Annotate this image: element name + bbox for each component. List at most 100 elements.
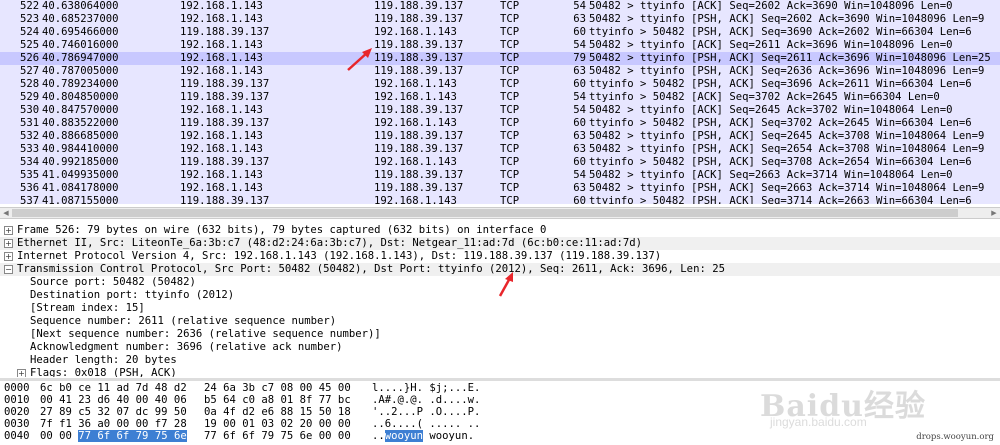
packet-destination: 192.168.1.143 (374, 117, 457, 129)
packet-destination: 192.168.1.143 (374, 26, 457, 38)
packet-info: 50482 > ttyinfo [PSH, ACK] Seq=2663 Ack=… (589, 182, 985, 194)
packet-source: 192.168.1.143 (180, 169, 263, 181)
packet-row[interactable]: 524 40.695466000 119.188.39.137 192.168.1.1… (0, 26, 1000, 39)
packet-length: 60 (573, 117, 586, 129)
scroll-left-arrow-icon[interactable]: ◀ (0, 208, 12, 218)
packet-row[interactable]: 529 40.804850000 119.188.39.137 192.168.1.1… (0, 91, 1000, 104)
detail-tree-item[interactable]: Header length: 20 bytes (0, 354, 1000, 367)
packet-source: 192.168.1.143 (180, 104, 263, 116)
packet-protocol: TCP (500, 117, 520, 129)
packet-time: 40.847570000 (42, 104, 119, 116)
packet-number: 522 (20, 0, 40, 12)
packet-time: 40.804850000 (42, 91, 119, 103)
packet-time: 40.638064000 (42, 0, 119, 12)
packet-row[interactable]: 526 40.786947000 192.168.1.143 119.188.39.1… (0, 52, 1000, 65)
packet-source: 192.168.1.143 (180, 130, 263, 142)
ascii-text: '..2...P .O....P. (372, 406, 481, 418)
packet-info: 50482 > ttyinfo [ACK] Seq=2663 Ack=3714 … (589, 169, 953, 181)
packet-row[interactable]: 527 40.787005000 192.168.1.143 119.188.39.1… (0, 65, 1000, 78)
packet-row[interactable]: 533 40.984410000 192.168.1.143 119.188.39.1… (0, 143, 1000, 156)
packet-row[interactable]: 535 41.049935000 192.168.1.143 119.188.39.1… (0, 169, 1000, 182)
detail-text: Sequence number: 2611 (relative sequence… (30, 315, 337, 327)
packet-time: 40.984410000 (42, 143, 119, 155)
packet-length: 63 (573, 65, 586, 77)
packet-row[interactable]: 534 40.992185000 119.188.39.137 192.168.1.1… (0, 156, 1000, 169)
packet-protocol: TCP (500, 91, 520, 103)
packet-protocol: TCP (500, 0, 520, 12)
packet-row[interactable]: 532 40.886685000 192.168.1.143 119.188.39.1… (0, 130, 1000, 143)
packet-destination: 119.188.39.137 (374, 143, 464, 155)
packet-list-horizontal-scrollbar[interactable]: ◀ ▶ (0, 207, 1000, 219)
packet-destination: 119.188.39.137 (374, 169, 464, 181)
packet-length: 54 (573, 91, 586, 103)
packet-row[interactable]: 523 40.685237000 192.168.1.143 119.188.39.1… (0, 13, 1000, 26)
packet-protocol: TCP (500, 52, 520, 64)
pane-splitter[interactable] (0, 378, 1000, 381)
packet-info: ttyinfo > 50482 [PSH, ACK] Seq=3708 Ack=… (589, 156, 972, 168)
packet-number: 527 (20, 65, 40, 77)
packet-info: 50482 > ttyinfo [ACK] Seq=2602 Ack=3690 … (589, 0, 953, 12)
site-credit: drops.wooyun.org (916, 432, 994, 442)
detail-tree-item[interactable]: + Ethernet II, Src: LiteonTe_6a:3b:c7 (48… (0, 237, 1000, 250)
packet-time: 40.886685000 (42, 130, 119, 142)
packet-length: 60 (573, 195, 586, 204)
expand-icon[interactable]: + (4, 226, 13, 235)
packet-destination: 119.188.39.137 (374, 104, 464, 116)
annotation-arrow-icon (498, 272, 513, 297)
packet-destination: 192.168.1.143 (374, 78, 457, 90)
packet-row[interactable]: 530 40.847570000 192.168.1.143 119.188.39.1… (0, 104, 1000, 117)
scrollbar-thumb[interactable] (12, 209, 958, 217)
packet-source: 192.168.1.143 (180, 182, 263, 194)
expand-icon[interactable]: + (17, 369, 26, 377)
packet-row[interactable]: 531 40.883522000 119.188.39.137 192.168.1.1… (0, 117, 1000, 130)
hex-bytes-highlighted: 77 6f 6f 79 75 6e (78, 430, 187, 442)
detail-tree-item[interactable]: + Internet Protocol Version 4, Src: 192.1… (0, 250, 1000, 263)
packet-row[interactable]: 525 40.746016000 192.168.1.143 119.188.39.1… (0, 39, 1000, 52)
ascii-text: .A#.@.@. .d....w. (372, 394, 481, 406)
packet-info: 50482 > ttyinfo [PSH, ACK] Seq=2611 Ack=… (589, 52, 991, 64)
packet-protocol: TCP (500, 182, 520, 194)
collapse-icon[interactable]: − (4, 265, 13, 274)
expand-icon[interactable]: + (4, 252, 13, 261)
packet-protocol: TCP (500, 78, 520, 90)
scroll-right-arrow-icon[interactable]: ▶ (988, 208, 1000, 218)
packet-row[interactable]: 522 40.638064000 192.168.1.143 119.188.39.1… (0, 0, 1000, 13)
detail-tree-item[interactable]: [Next sequence number: 2636 (relative se… (0, 328, 1000, 341)
packet-time: 40.746016000 (42, 39, 119, 51)
hex-offset: 0040 (4, 430, 30, 442)
packet-protocol: TCP (500, 169, 520, 181)
packet-length: 63 (573, 13, 586, 25)
detail-tree-item[interactable]: Sequence number: 2611 (relative sequence… (0, 315, 1000, 328)
packet-time: 40.786947000 (42, 52, 119, 64)
packet-number: 529 (20, 91, 40, 103)
packet-time: 40.695466000 (42, 26, 119, 38)
hex-dump-row: 0010 00 41 23 d6 40 00 40 06 b5 64 c0 a8 0… (0, 394, 1000, 406)
detail-text: [Stream index: 15] (30, 302, 145, 314)
packet-row[interactable]: 536 41.084178000 192.168.1.143 119.188.39.1… (0, 182, 1000, 195)
packet-source: 119.188.39.137 (180, 91, 270, 103)
hex-offset: 0020 (4, 406, 30, 418)
packet-info: 50482 > ttyinfo [PSH, ACK] Seq=2654 Ack=… (589, 143, 985, 155)
packet-protocol: TCP (500, 26, 520, 38)
packet-source: 192.168.1.143 (180, 52, 263, 64)
detail-tree-item[interactable]: + Flags: 0x018 (PSH, ACK) (0, 367, 1000, 377)
packet-number: 533 (20, 143, 40, 155)
detail-tree-item[interactable]: Acknowledgment number: 3696 (relative ac… (0, 341, 1000, 354)
detail-tree-item[interactable]: + Frame 526: 79 bytes on wire (632 bits),… (0, 224, 1000, 237)
detail-tree-item[interactable]: [Stream index: 15] (0, 302, 1000, 315)
hex-bytes: 27 89 c5 32 07 dc 99 50 (40, 406, 187, 418)
hex-bytes: 19 00 01 03 02 20 00 00 (204, 418, 351, 430)
packet-row[interactable]: 537 41.087155000 119.188.39.137 192.168.1.1… (0, 195, 1000, 204)
packet-destination: 119.188.39.137 (374, 39, 464, 51)
detail-text: Source port: 50482 (50482) (30, 276, 196, 288)
packet-time: 40.787005000 (42, 65, 119, 77)
packet-number: 532 (20, 130, 40, 142)
ascii-text: .. (372, 430, 385, 442)
packet-destination: 119.188.39.137 (374, 52, 464, 64)
packet-info: 50482 > ttyinfo [PSH, ACK] Seq=2636 Ack=… (589, 65, 985, 77)
ascii-text-highlighted: wooyun (384, 430, 424, 442)
expand-icon[interactable]: + (4, 239, 13, 248)
packet-destination: 119.188.39.137 (374, 130, 464, 142)
packet-row[interactable]: 528 40.789234000 119.188.39.137 192.168.1.1… (0, 78, 1000, 91)
packet-number: 531 (20, 117, 40, 129)
